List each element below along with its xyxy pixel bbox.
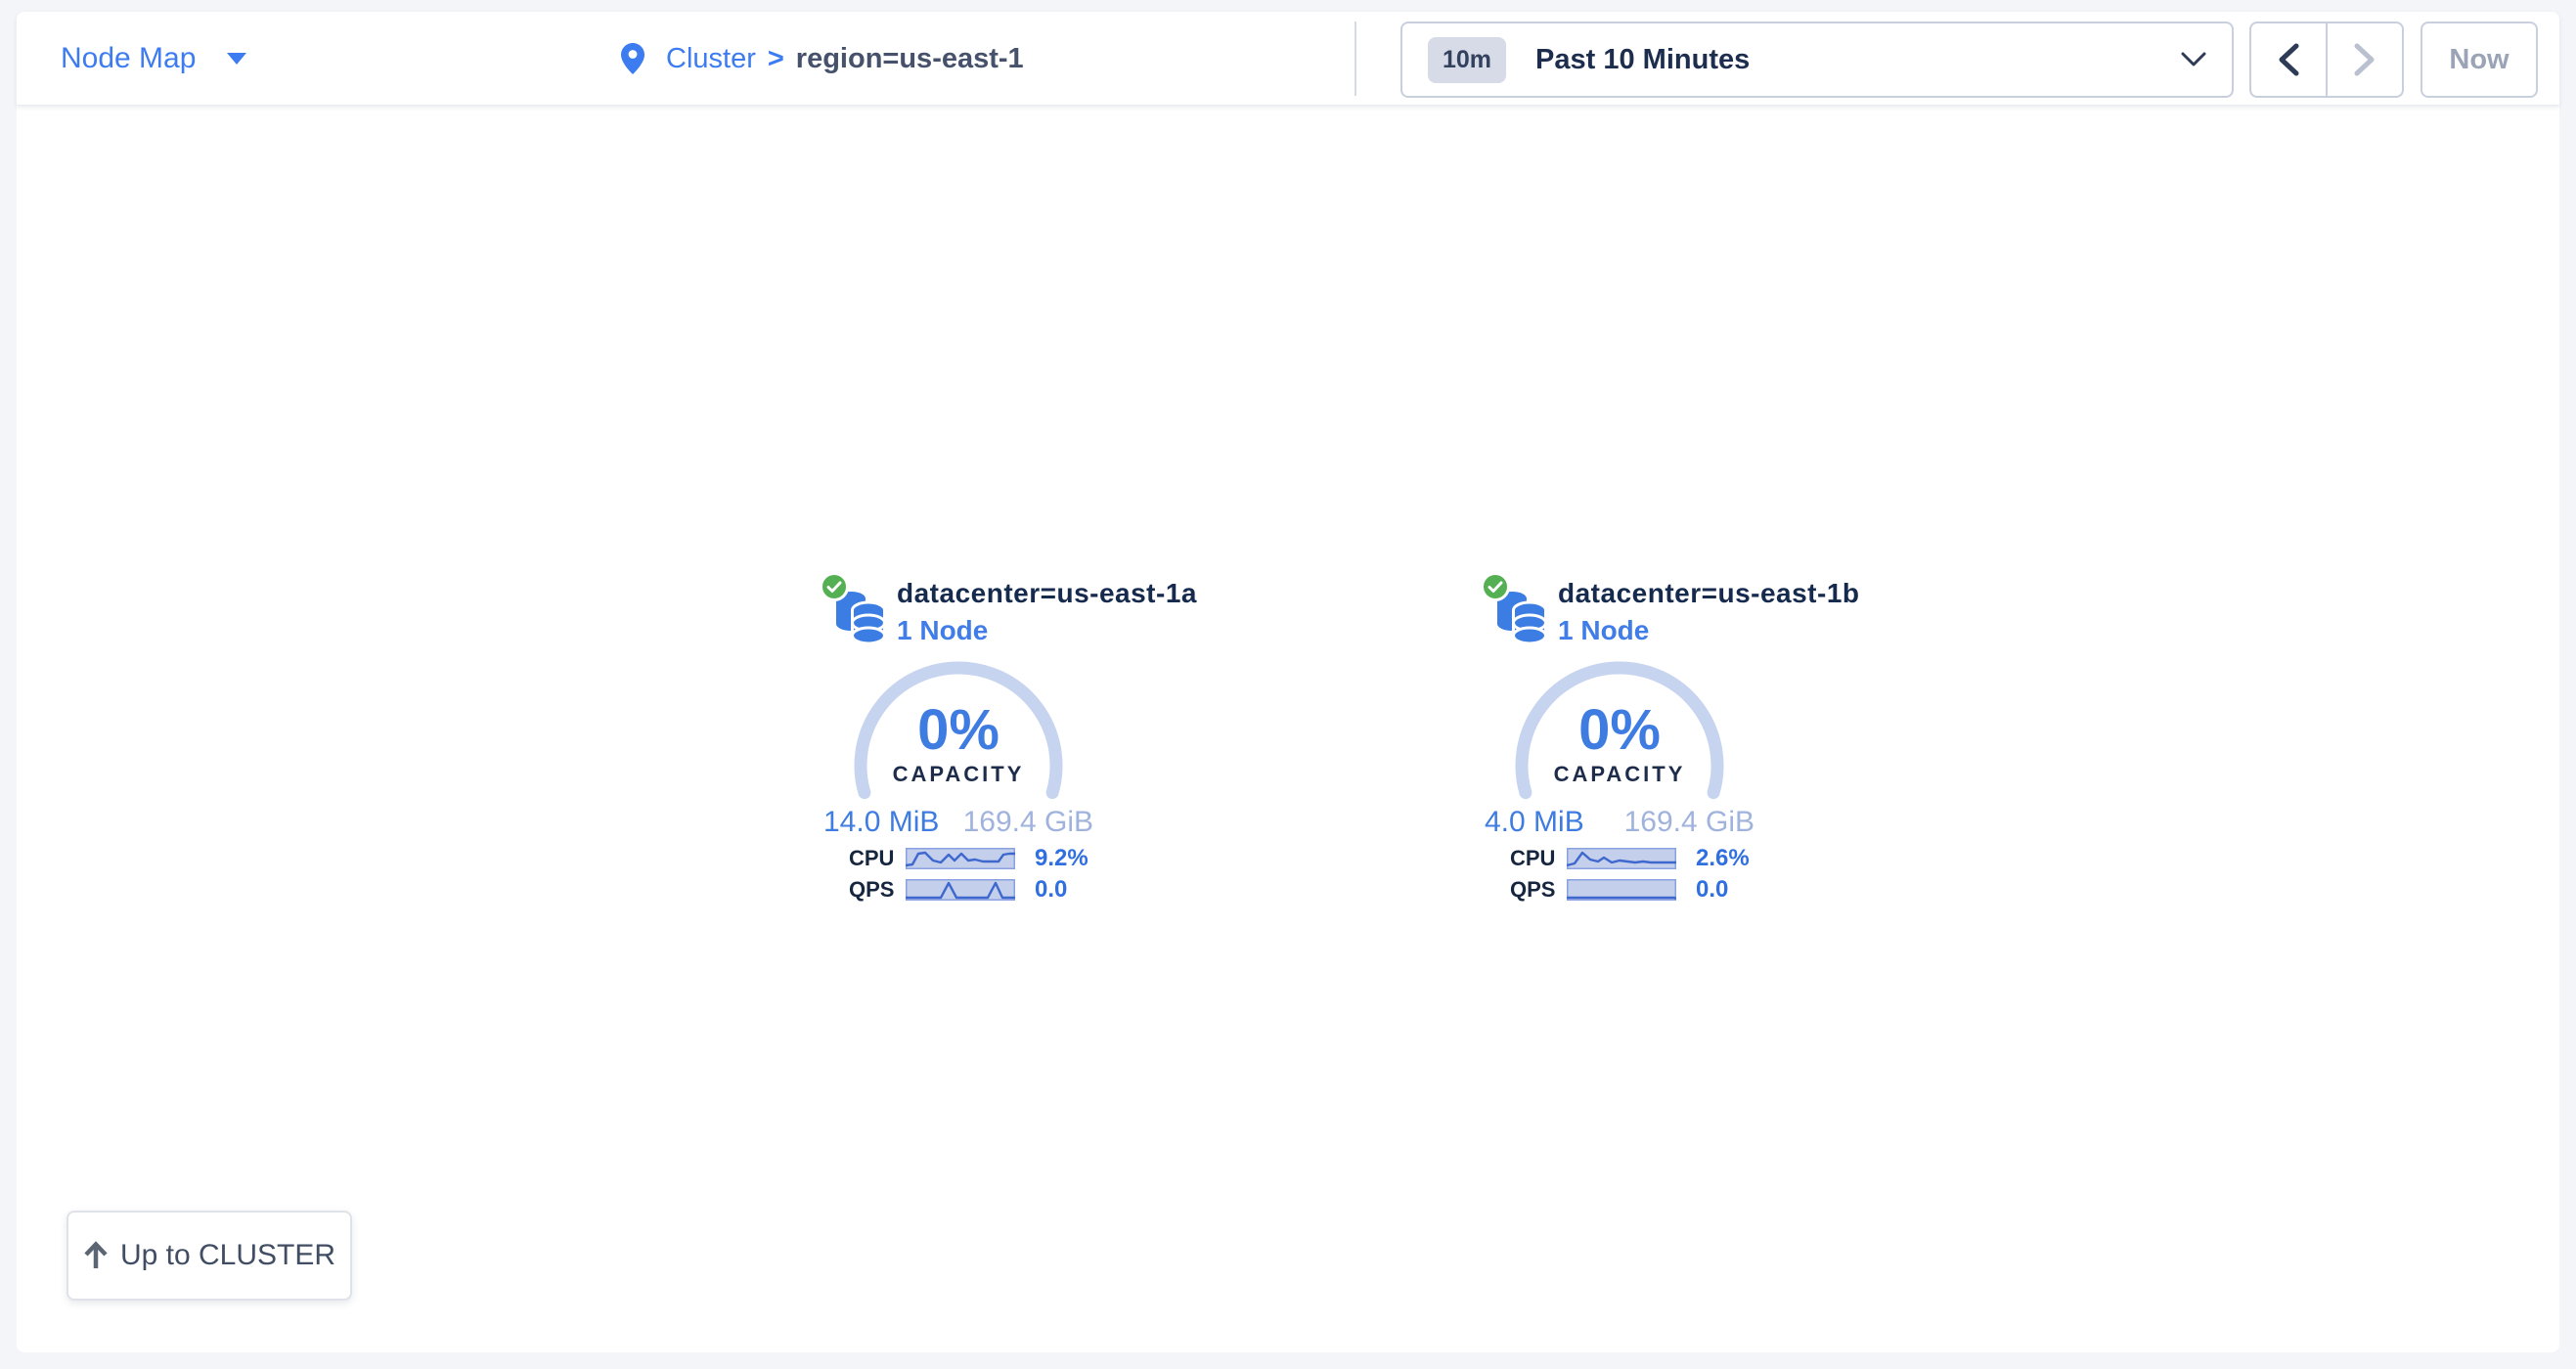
capacity-total: 169.4 GiB [963,806,1093,839]
time-range-badge: 10m [1428,37,1506,83]
cpu-sparkline [1567,848,1676,869]
up-to-cluster-label: Up to CLUSTER [120,1239,335,1272]
locality-node-count: 1 Node [1558,615,1860,646]
locality-header: datacenter=us-east-1a 1 Node [822,572,1095,648]
database-stack-icon [1492,585,1549,645]
cpu-stat-row: CPU 9.2% [849,847,1095,870]
qps-sparkline [1567,879,1676,901]
cpu-stat-row: CPU 2.6% [1510,847,1756,870]
qps-sparkline [906,879,1015,901]
qps-label: QPS [1510,877,1557,903]
arrow-up-icon [83,1241,109,1270]
breadcrumb-separator: > [768,43,784,75]
capacity-label: CAPACITY [851,762,1066,787]
locality-title: datacenter=us-east-1b [1558,578,1860,609]
step-back-button[interactable] [2251,23,2328,96]
capacity-gauge: 0% CAPACITY [1512,658,1727,800]
capacity-total: 169.4 GiB [1624,806,1754,839]
qps-stat-row: QPS 0.0 [1510,878,1756,902]
now-button[interactable]: Now [2421,22,2538,98]
time-step-controls [2249,22,2404,98]
capacity-used: 14.0 MiB [823,806,939,839]
qps-value: 0.0 [1696,876,1728,904]
header-divider [1355,22,1356,96]
locality-card[interactable]: datacenter=us-east-1a 1 Node 0% CAPACITY… [822,572,1095,902]
qps-stat-row: QPS 0.0 [849,878,1095,902]
status-ok-icon [1481,572,1510,601]
qps-value: 0.0 [1035,876,1067,904]
qps-label: QPS [849,877,896,903]
time-range-label: Past 10 Minutes [1535,44,1750,76]
step-forward-button[interactable] [2328,23,2402,96]
capacity-values: 4.0 MiB 169.4 GiB [1483,806,1756,839]
locality-titles: datacenter=us-east-1a 1 Node [897,578,1197,646]
capacity-label: CAPACITY [1512,762,1727,787]
locality-card[interactable]: datacenter=us-east-1b 1 Node 0% CAPACITY… [1483,572,1756,902]
breadcrumb: Cluster > region=us-east-1 [621,12,1024,106]
locality-header: datacenter=us-east-1b 1 Node [1483,572,1756,648]
caret-down-icon [227,53,246,65]
capacity-percentage: 0% [1512,697,1727,763]
chevron-right-icon [2354,43,2376,76]
capacity-values: 14.0 MiB 169.4 GiB [822,806,1095,839]
cpu-sparkline [906,848,1015,869]
cpu-label: CPU [849,846,896,871]
view-selector-label: Node Map [61,42,196,75]
database-stack-icon [831,585,888,645]
cpu-label: CPU [1510,846,1557,871]
view-selector-dropdown[interactable]: Node Map [61,12,246,106]
capacity-percentage: 0% [851,697,1066,763]
location-pin-icon [621,43,644,74]
locality-titles: datacenter=us-east-1b 1 Node [1558,578,1860,646]
cpu-value: 9.2% [1035,845,1088,872]
status-ok-icon [820,572,849,601]
breadcrumb-cluster-link[interactable]: Cluster [666,43,756,75]
locality-node-count: 1 Node [897,615,1197,646]
header-bar: Node Map Cluster > region=us-east-1 10m … [17,12,2559,106]
capacity-gauge: 0% CAPACITY [851,658,1066,800]
chevron-left-icon [2278,43,2299,76]
time-range-dropdown[interactable]: 10m Past 10 Minutes [1400,22,2234,98]
node-map-panel: Node Map Cluster > region=us-east-1 10m … [17,12,2559,1352]
chevron-down-icon [2181,52,2206,67]
locality-title: datacenter=us-east-1a [897,578,1197,609]
capacity-used: 4.0 MiB [1485,806,1584,839]
breadcrumb-current: region=us-east-1 [796,43,1024,75]
cpu-value: 2.6% [1696,845,1750,872]
up-to-cluster-button[interactable]: Up to CLUSTER [67,1211,352,1301]
